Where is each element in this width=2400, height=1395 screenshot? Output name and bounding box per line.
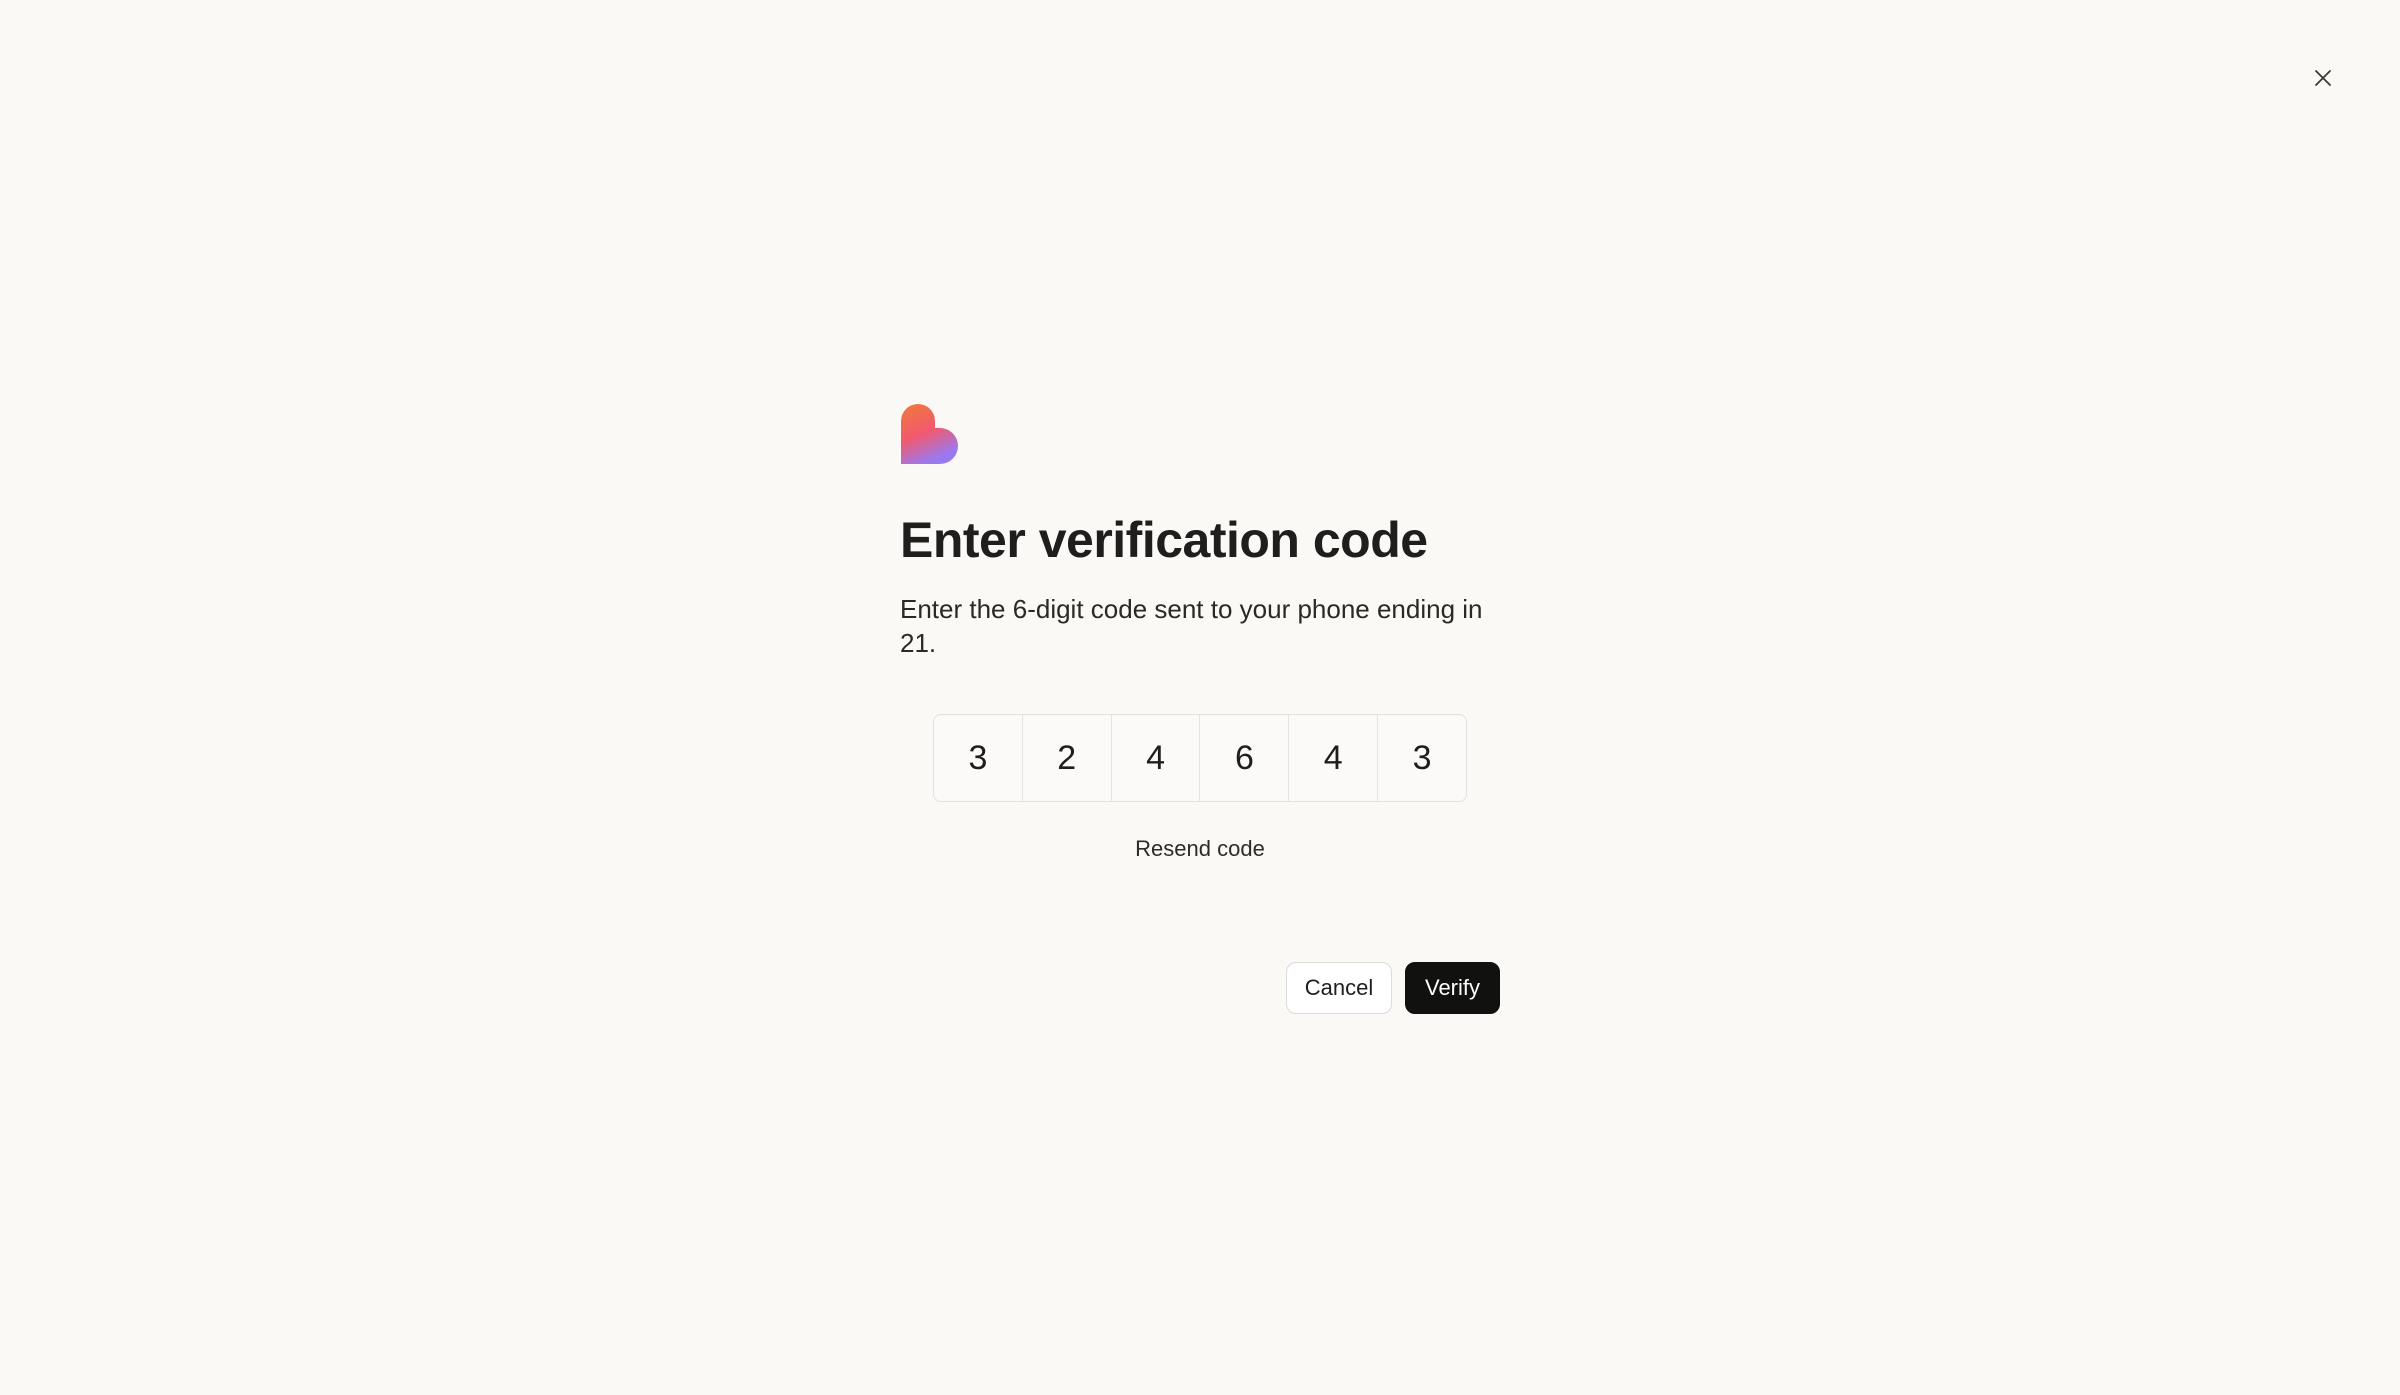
code-digit-3[interactable]: 4 (1112, 715, 1201, 801)
code-digit-2[interactable]: 2 (1023, 715, 1112, 801)
instructions-text: Enter the 6-digit code sent to your phon… (900, 594, 1483, 658)
verify-button[interactable]: Verify (1405, 962, 1500, 1014)
verification-dialog: Enter verification code Enter the 6-digi… (900, 404, 1500, 1014)
resend-code-link[interactable]: Resend code (900, 836, 1500, 862)
verification-page: Enter verification code Enter the 6-digi… (0, 0, 2400, 1395)
dialog-actions: Cancel Verify (900, 962, 1500, 1014)
code-digit-1[interactable]: 3 (934, 715, 1023, 801)
code-digit-4[interactable]: 6 (1200, 715, 1290, 801)
page-title: Enter verification code (900, 512, 1428, 568)
close-button[interactable] (2303, 58, 2343, 98)
code-digit-5[interactable]: 4 (1289, 715, 1379, 801)
verification-code-input: 3 2 4 6 4 3 (933, 714, 1467, 802)
heart-logo-icon (901, 404, 958, 464)
close-icon (2315, 70, 2331, 86)
cancel-button[interactable]: Cancel (1286, 962, 1392, 1014)
code-digit-6[interactable]: 3 (1378, 715, 1466, 801)
